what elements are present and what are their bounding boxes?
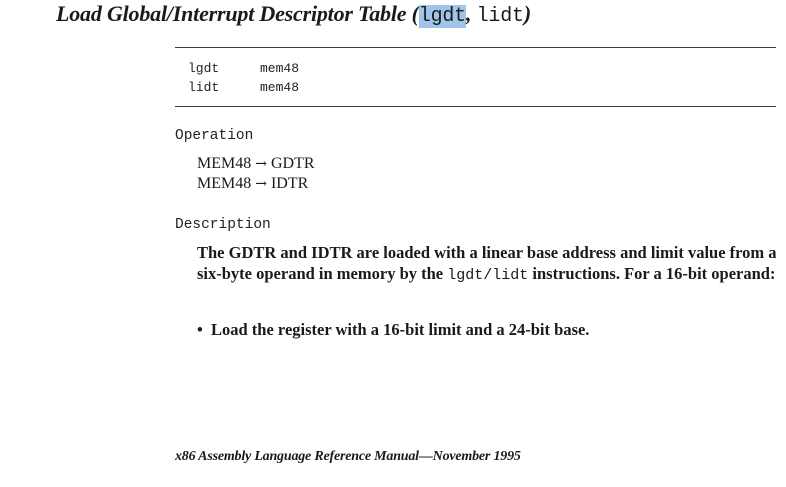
top-rule (175, 47, 776, 48)
right-arrow-icon: → (255, 176, 267, 192)
bullet-text: Load the register with a 16-bit limit an… (211, 320, 590, 339)
description-text-after: instructions. For a 16-bit operand: (528, 264, 776, 283)
bullet-item: • Load the register with a 16-bit limit … (197, 319, 589, 340)
syntax-operand: mem48 (260, 80, 300, 95)
syntax-mnemonic: lgdt (188, 61, 220, 76)
title-mnemonic-lgdt[interactable]: lgdt (418, 5, 466, 28)
operation-lines: MEM48 → GDTR MEM48 → IDTR (197, 154, 315, 194)
title-prefix: Load Global/Interrupt Descriptor Table ( (56, 1, 419, 26)
syntax-row: lgdt mem48 (188, 59, 299, 78)
title-suffix: ) (523, 1, 531, 26)
operation-destination: IDTR (270, 175, 309, 192)
operation-source: MEM48 (197, 155, 252, 172)
description-paragraph: The GDTR and IDTR are loaded with a line… (197, 242, 782, 286)
bullet-icon: • (197, 320, 203, 339)
title-mnemonic-lidt: lidt (476, 5, 524, 28)
description-code: lgdt/lidt (447, 267, 529, 284)
description-heading: Description (175, 217, 271, 233)
page-title: Load Global/Interrupt Descriptor Table (… (56, 0, 531, 31)
right-arrow-icon: → (255, 156, 267, 172)
page-footer: x86 Assembly Language Reference Manual—N… (175, 449, 521, 464)
syntax-operand: mem48 (260, 61, 300, 76)
syntax-table: lgdt mem48 lidt mem48 (188, 59, 299, 97)
syntax-row: lidt mem48 (188, 78, 299, 97)
syntax-mnemonic: lidt (188, 80, 220, 95)
operation-source: MEM48 (197, 175, 252, 192)
operation-heading: Operation (175, 128, 254, 144)
title-separator: , (465, 1, 472, 26)
operation-line: MEM48 → GDTR (197, 154, 315, 174)
operation-line: MEM48 → IDTR (197, 174, 315, 194)
operation-destination: GDTR (270, 155, 315, 172)
bottom-rule (175, 106, 776, 107)
